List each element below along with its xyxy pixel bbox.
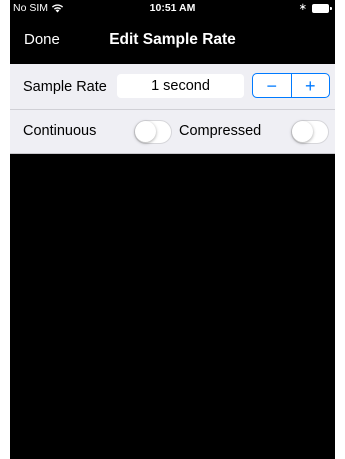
continuous-switch[interactable] — [134, 120, 172, 144]
compressed-label: Compressed — [179, 123, 262, 139]
bluetooth-icon: ∗ — [298, 2, 307, 13]
content-area — [10, 154, 335, 459]
status-bar: No SIM 10:51 AM ∗ — [10, 0, 335, 17]
battery-icon — [312, 3, 332, 13]
continuous-switch-knob — [135, 121, 156, 142]
continuous-label: Continuous — [23, 123, 97, 139]
sample-rate-stepper: − + — [252, 73, 330, 98]
battery-tip — [330, 6, 332, 10]
page-title: Edit Sample Rate — [109, 31, 236, 48]
increment-button[interactable]: + — [292, 74, 330, 97]
compressed-switch-knob — [292, 121, 313, 142]
navigation-bar: Done Edit Sample Rate — [10, 17, 335, 64]
toggles-row: Continuous Compressed — [10, 110, 335, 153]
sample-rate-row: Sample Rate 1 second − + — [10, 64, 335, 110]
device-screen: No SIM 10:51 AM ∗ Done Edit Sample Rate … — [10, 0, 335, 459]
sample-rate-value-field[interactable]: 1 second — [117, 74, 244, 98]
status-right: ∗ — [299, 3, 332, 13]
decrement-button[interactable]: − — [253, 74, 291, 97]
battery-fill — [312, 3, 329, 13]
settings-panel: Sample Rate 1 second − + Continuous Comp… — [10, 64, 335, 154]
sample-rate-label: Sample Rate — [23, 79, 107, 95]
status-time: 10:51 AM — [149, 2, 196, 14]
compressed-switch[interactable] — [291, 120, 329, 144]
